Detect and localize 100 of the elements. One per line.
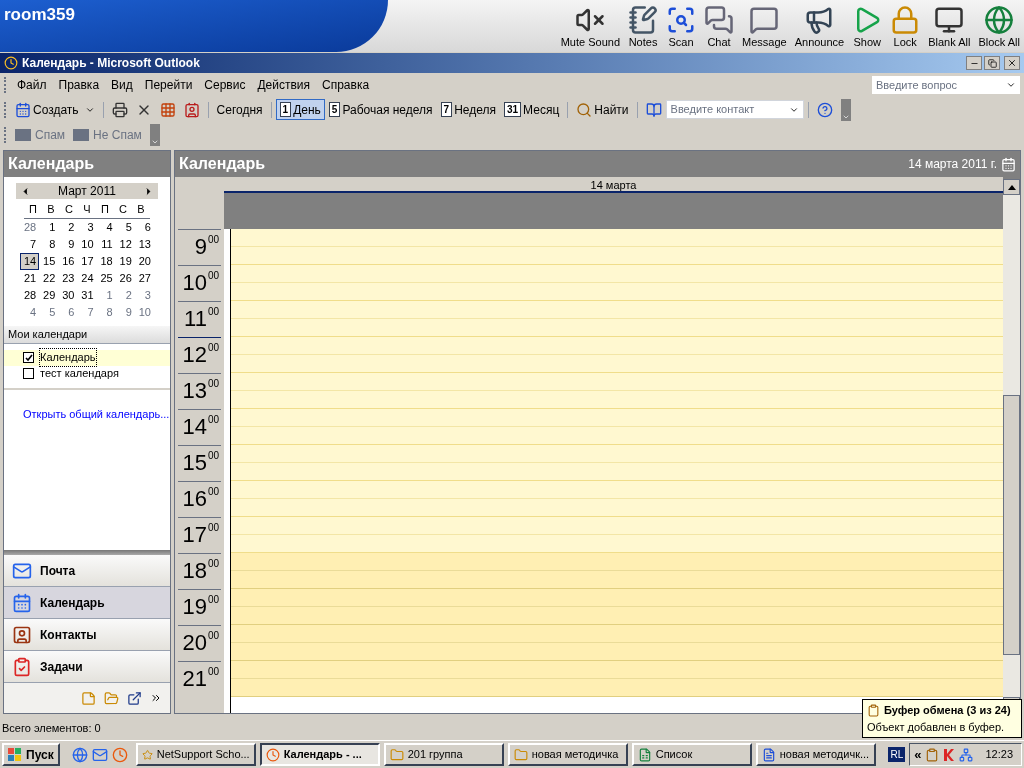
calendar-day[interactable]: 24 [77, 269, 97, 287]
toolbar-button[interactable]: 5 Рабочая неделя [324, 99, 437, 120]
note-icon[interactable] [81, 690, 96, 706]
calendar-day[interactable]: 22 [39, 269, 59, 287]
toolbar-button[interactable]: 31 Месяц [500, 99, 564, 120]
toolbar-button[interactable]: 7 Неделя [436, 99, 500, 120]
toolbar-button[interactable]: Blank All [928, 5, 971, 48]
menu-item[interactable]: Файл [11, 76, 53, 94]
calendar-day[interactable]: 10 [134, 303, 154, 321]
toolbar-button[interactable]: Scan [666, 5, 697, 48]
calendar-list-item[interactable]: тест календаря [4, 365, 170, 382]
calendar-day[interactable]: 27 [134, 269, 154, 287]
toolbar-button[interactable]: Announce [794, 5, 845, 48]
menu-item[interactable]: Правка [52, 76, 106, 94]
calendar-list-item[interactable]: Календарь [4, 349, 170, 366]
calendar-day[interactable]: 5 [115, 218, 135, 236]
calendar-day[interactable]: 30 [58, 286, 78, 304]
calendar-day[interactable]: 10 [77, 235, 97, 253]
more-options-icon[interactable] [150, 692, 162, 704]
calendar-day[interactable]: 31 [77, 286, 97, 304]
network-icon[interactable] [959, 747, 974, 762]
toolbar-button[interactable]: Mute Sound [560, 5, 621, 48]
toolbar-button[interactable]: Message [742, 5, 787, 48]
menu-item[interactable]: Справка [316, 76, 376, 94]
calendar-day[interactable]: 11 [96, 235, 116, 253]
menu-item[interactable]: Действия [251, 76, 316, 94]
browser-icon[interactable] [71, 746, 88, 763]
calendar-day[interactable]: 18 [96, 252, 116, 270]
calendar-day[interactable]: 6 [58, 303, 78, 321]
calendar-day[interactable]: 3 [134, 286, 154, 304]
calendar-day[interactable]: 7 [77, 303, 97, 321]
calendar-day[interactable]: 9 [58, 235, 78, 253]
contact-field[interactable]: Введите контакт [665, 100, 804, 119]
calendar-day[interactable]: 12 [115, 235, 135, 253]
calendar-day[interactable]: 21 [20, 269, 40, 287]
taskbar-button[interactable]: NetSupport Scho... [135, 743, 256, 766]
toolbar-button[interactable]: 1 День [275, 99, 325, 120]
antivirus-icon[interactable] [943, 747, 956, 762]
toolbar-button[interactable]: Создать [11, 99, 99, 120]
show-hidden-icons-button[interactable]: « [914, 744, 922, 765]
taskbar-button[interactable]: 201 группа [383, 743, 504, 766]
calendar-day[interactable]: 5 [39, 303, 59, 321]
clock-icon[interactable] [111, 746, 128, 763]
calendar-day[interactable]: 15 [39, 252, 59, 270]
nav-section-button[interactable]: Почта [4, 555, 170, 587]
toolbar-button[interactable]: Chat [704, 5, 735, 48]
calendar-day[interactable]: 2 [58, 218, 78, 236]
calendar-day[interactable]: 16 [58, 252, 78, 270]
menu-item[interactable]: Перейти [138, 76, 199, 94]
menu-item[interactable]: Вид [105, 76, 139, 94]
calendar-day[interactable]: 25 [96, 269, 116, 287]
shared-calendar-link[interactable]: Открыть общий календарь... [23, 405, 170, 422]
minimize-button[interactable] [966, 56, 982, 70]
language-indicator[interactable]: RL [888, 747, 906, 762]
calendar-day[interactable]: 9 [115, 303, 135, 321]
restore-button[interactable] [984, 56, 1000, 70]
toolbar-button[interactable]: Block All [978, 5, 1020, 48]
calendar-day[interactable]: 6 [134, 218, 154, 236]
nav-section-button[interactable]: Задачи [4, 651, 170, 683]
shortcut-icon[interactable] [127, 690, 142, 706]
mail-icon[interactable] [91, 746, 108, 763]
checkbox[interactable] [23, 368, 34, 379]
taskbar-button[interactable]: новая методичк... [755, 743, 876, 766]
taskbar-button[interactable]: Список [631, 743, 752, 766]
calendar-day[interactable]: 17 [77, 252, 97, 270]
close-button[interactable] [1004, 56, 1020, 70]
folder-icon[interactable] [104, 690, 119, 706]
calendar-day[interactable]: 4 [20, 303, 40, 321]
taskbar-button[interactable]: новая методичка [507, 743, 628, 766]
calendar-day[interactable]: 2 [115, 286, 135, 304]
calendar-day[interactable]: 20 [134, 252, 154, 270]
calendar-day[interactable]: 26 [115, 269, 135, 287]
toolbar-button[interactable]: Notes [628, 5, 659, 48]
toolbar-button[interactable]: Show [852, 5, 883, 48]
calendar-day[interactable]: 7 [20, 235, 40, 253]
calendar-day[interactable]: 28 [20, 286, 40, 304]
calendar-day[interactable]: 4 [96, 218, 116, 236]
toolbar-button[interactable]: Lock [890, 5, 921, 48]
calendar-day[interactable]: 29 [39, 286, 59, 304]
nav-section-button[interactable]: Контакты [4, 619, 170, 651]
splitter-handle[interactable] [4, 550, 170, 555]
checkbox[interactable] [23, 352, 34, 363]
toolbar-button[interactable]: Найти [572, 99, 633, 120]
calendar-day[interactable]: 28 [20, 218, 40, 236]
clipboard-icon[interactable] [925, 747, 940, 762]
calendar-day[interactable]: 1 [96, 286, 116, 304]
nav-section-button[interactable]: Календарь [4, 587, 170, 619]
calendar-day[interactable]: 8 [39, 235, 59, 253]
question-field[interactable]: Введите вопрос [872, 76, 1020, 94]
menu-item[interactable]: Сервис [198, 76, 252, 94]
toolbar-options[interactable] [840, 98, 851, 121]
calendar-day[interactable]: 23 [58, 269, 78, 287]
calendar-day[interactable]: 14 [20, 252, 40, 270]
calendar-day[interactable]: 13 [134, 235, 154, 253]
calendar-day[interactable]: 1 [39, 218, 59, 236]
calendar-day[interactable]: 3 [77, 218, 97, 236]
start-button[interactable]: Пуск [2, 743, 60, 766]
calendar-day[interactable]: 19 [115, 252, 135, 270]
toolbar-button[interactable]: Сегодня [212, 99, 267, 120]
taskbar-button[interactable]: Календарь - ... [259, 743, 380, 766]
